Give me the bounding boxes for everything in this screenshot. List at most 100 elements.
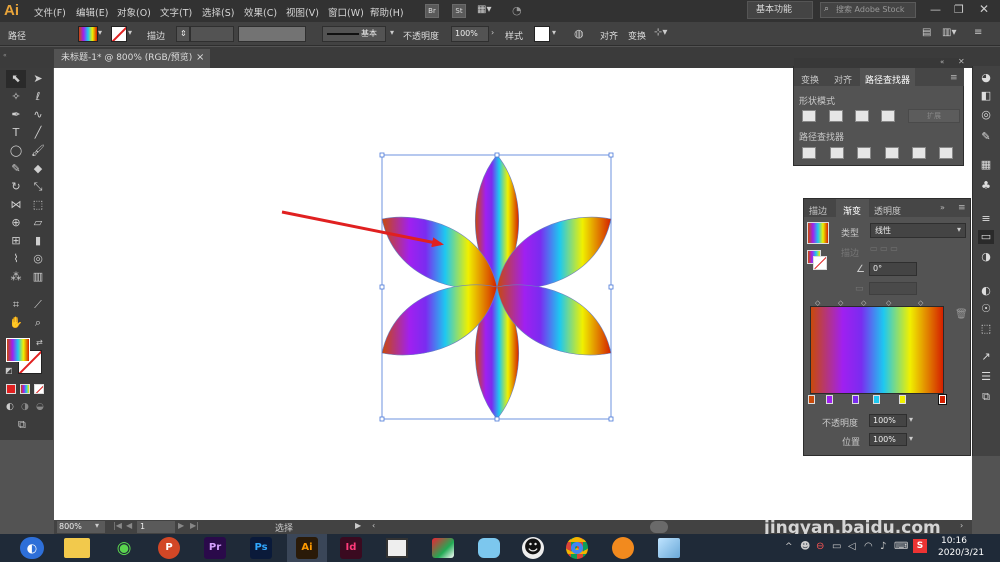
ellipse-tool-icon[interactable]: ◯: [6, 142, 26, 160]
volume-icon[interactable]: ◁: [848, 541, 856, 552]
chevron-down-icon[interactable]: ▾: [957, 225, 961, 234]
panel-menu-icon[interactable]: ≡: [958, 203, 966, 213]
maximize-icon[interactable]: ❐: [954, 3, 964, 16]
merge-icon[interactable]: [857, 147, 871, 159]
midpoint-marker-1[interactable]: ◇: [815, 299, 820, 307]
menu-edit[interactable]: 编辑(E): [76, 5, 108, 19]
artboards-panel-icon[interactable]: ⧉: [978, 390, 994, 404]
aspect-ratio-field[interactable]: [869, 282, 917, 295]
last-artboard-icon[interactable]: ▶|: [190, 521, 199, 530]
menu-view[interactable]: 视图(V): [286, 5, 319, 19]
symbols-panel-icon[interactable]: ♣: [978, 179, 994, 193]
align-link[interactable]: 对齐: [600, 29, 618, 42]
intersect-icon[interactable]: [855, 110, 869, 122]
browser-icon[interactable]: ◐: [20, 537, 44, 559]
rotate-tool-icon[interactable]: ↻: [6, 178, 26, 196]
color-stop-4[interactable]: [873, 395, 880, 404]
recolor-artwork-icon[interactable]: ◍: [574, 27, 584, 40]
midpoint-marker-4[interactable]: ◇: [886, 299, 891, 307]
graphic-style-swatch[interactable]: [534, 26, 550, 42]
crop-icon[interactable]: [885, 147, 899, 159]
midpoint-marker-2[interactable]: ◇: [838, 299, 843, 307]
video-editor-icon[interactable]: [386, 538, 408, 558]
stroke-weight-stepper[interactable]: ⇕: [176, 26, 190, 42]
selection-tool-icon[interactable]: ⬉: [6, 70, 26, 88]
gpu-performance-icon[interactable]: ◔: [512, 4, 528, 18]
paintbrush-tool-icon[interactable]: 🖌: [28, 142, 48, 160]
double-chevron-icon[interactable]: »: [940, 203, 945, 212]
tab-stroke[interactable]: 描边: [809, 204, 827, 217]
chevron-down-icon[interactable]: ▾: [98, 28, 102, 37]
stock-button[interactable]: St: [452, 4, 466, 18]
chrome-icon[interactable]: [566, 537, 588, 559]
direct-selection-tool-icon[interactable]: ➤: [28, 70, 48, 88]
width-tool-icon[interactable]: ⋈: [6, 196, 26, 214]
first-artboard-icon[interactable]: |◀: [113, 521, 122, 530]
chevron-down-icon[interactable]: ▾: [128, 28, 132, 37]
panel-menu-icon[interactable]: ≡: [974, 27, 982, 38]
fill-swatch[interactable]: [78, 26, 98, 42]
clock-date[interactable]: 2020/3/21: [938, 548, 984, 558]
chevron-down-icon[interactable]: ▾: [909, 434, 913, 443]
chevron-down-icon[interactable]: ▾: [909, 415, 913, 424]
tab-gradient[interactable]: 渐变: [843, 204, 861, 217]
tab-align[interactable]: 对齐: [834, 73, 852, 86]
draw-behind-icon[interactable]: ◑: [21, 402, 29, 412]
mesh-tool-icon[interactable]: ⊞: [6, 232, 26, 250]
toolbar-collapse-icon[interactable]: «: [3, 52, 48, 59]
flower-artwork[interactable]: [381, 154, 612, 420]
speaker-icon[interactable]: ♪: [880, 541, 886, 552]
menu-file[interactable]: 文件(F): [34, 5, 66, 19]
shape-builder-tool-icon[interactable]: ⊕: [6, 214, 26, 232]
powerpoint-icon[interactable]: P: [158, 537, 180, 559]
none-mode-button[interactable]: [34, 384, 44, 394]
draw-inside-icon[interactable]: ◒: [36, 402, 44, 412]
gradient-type-select[interactable]: 线性: [870, 223, 966, 238]
divide-icon[interactable]: [802, 147, 816, 159]
qq-icon[interactable]: ☻: [522, 537, 544, 559]
document-setup-icon[interactable]: ▤: [922, 27, 931, 38]
artboard-tool-icon[interactable]: ⌗: [6, 296, 26, 314]
eyedropper-tool-icon[interactable]: ⌇: [6, 250, 26, 268]
appearance-panel-icon[interactable]: ◎: [978, 108, 994, 122]
trim-icon[interactable]: [830, 147, 844, 159]
angle-field[interactable]: 0°: [869, 262, 917, 276]
chevron-down-icon[interactable]: ▾: [552, 28, 556, 37]
qq-tray-icon[interactable]: ☻: [800, 541, 810, 552]
menu-type[interactable]: 文字(T): [160, 5, 192, 19]
illustrator-icon[interactable]: Ai: [296, 537, 318, 559]
hand-tool-icon[interactable]: ✋: [6, 314, 26, 332]
stock-search-input[interactable]: 搜索 Adobe Stock: [820, 2, 916, 18]
horizontal-scrollbar-thumb[interactable]: [650, 521, 668, 533]
swatches-panel-icon[interactable]: ▦: [978, 158, 994, 172]
document-tab[interactable]: 未标题-1* @ 800% (RGB/预览): [54, 49, 210, 68]
line-tool-icon[interactable]: ╱: [28, 124, 48, 142]
slice-tool-icon[interactable]: ⟋: [28, 296, 48, 314]
curvature-tool-icon[interactable]: ∿: [28, 106, 48, 124]
graphic-styles-icon[interactable]: ◐: [978, 284, 994, 298]
menu-effect[interactable]: 效果(C): [244, 5, 277, 19]
brushes-panel-icon[interactable]: ✎: [978, 130, 994, 144]
draw-normal-icon[interactable]: ◐: [6, 402, 14, 412]
symbol-sprayer-tool-icon[interactable]: ⁂: [6, 268, 26, 286]
previous-artboard-icon[interactable]: ◀: [126, 521, 132, 530]
tab-transform[interactable]: 变换: [801, 73, 819, 86]
network-icon[interactable]: ▭: [832, 541, 841, 552]
color-mode-button[interactable]: [6, 384, 16, 394]
antivirus-tray-icon[interactable]: ⊖: [816, 541, 824, 552]
unite-icon[interactable]: [802, 110, 816, 122]
tab-transparency[interactable]: 透明度: [874, 204, 901, 217]
minus-front-icon[interactable]: [829, 110, 843, 122]
premiere-icon[interactable]: Pr: [204, 537, 226, 559]
stroke-swatch[interactable]: [111, 26, 127, 42]
minus-back-icon[interactable]: [939, 147, 953, 159]
stroke-none-swatch[interactable]: [813, 256, 827, 270]
magic-wand-tool-icon[interactable]: ✧: [6, 88, 26, 106]
exclude-icon[interactable]: [881, 110, 895, 122]
zoom-tool-icon[interactable]: ⌕: [28, 314, 48, 332]
artboard-number-field[interactable]: 1: [137, 521, 175, 533]
color-guide-icon[interactable]: ◧: [978, 89, 994, 103]
transparency-panel-icon[interactable]: ◑: [978, 250, 994, 264]
notepad-icon[interactable]: [658, 538, 680, 558]
expand-button[interactable]: 扩展: [908, 109, 960, 123]
